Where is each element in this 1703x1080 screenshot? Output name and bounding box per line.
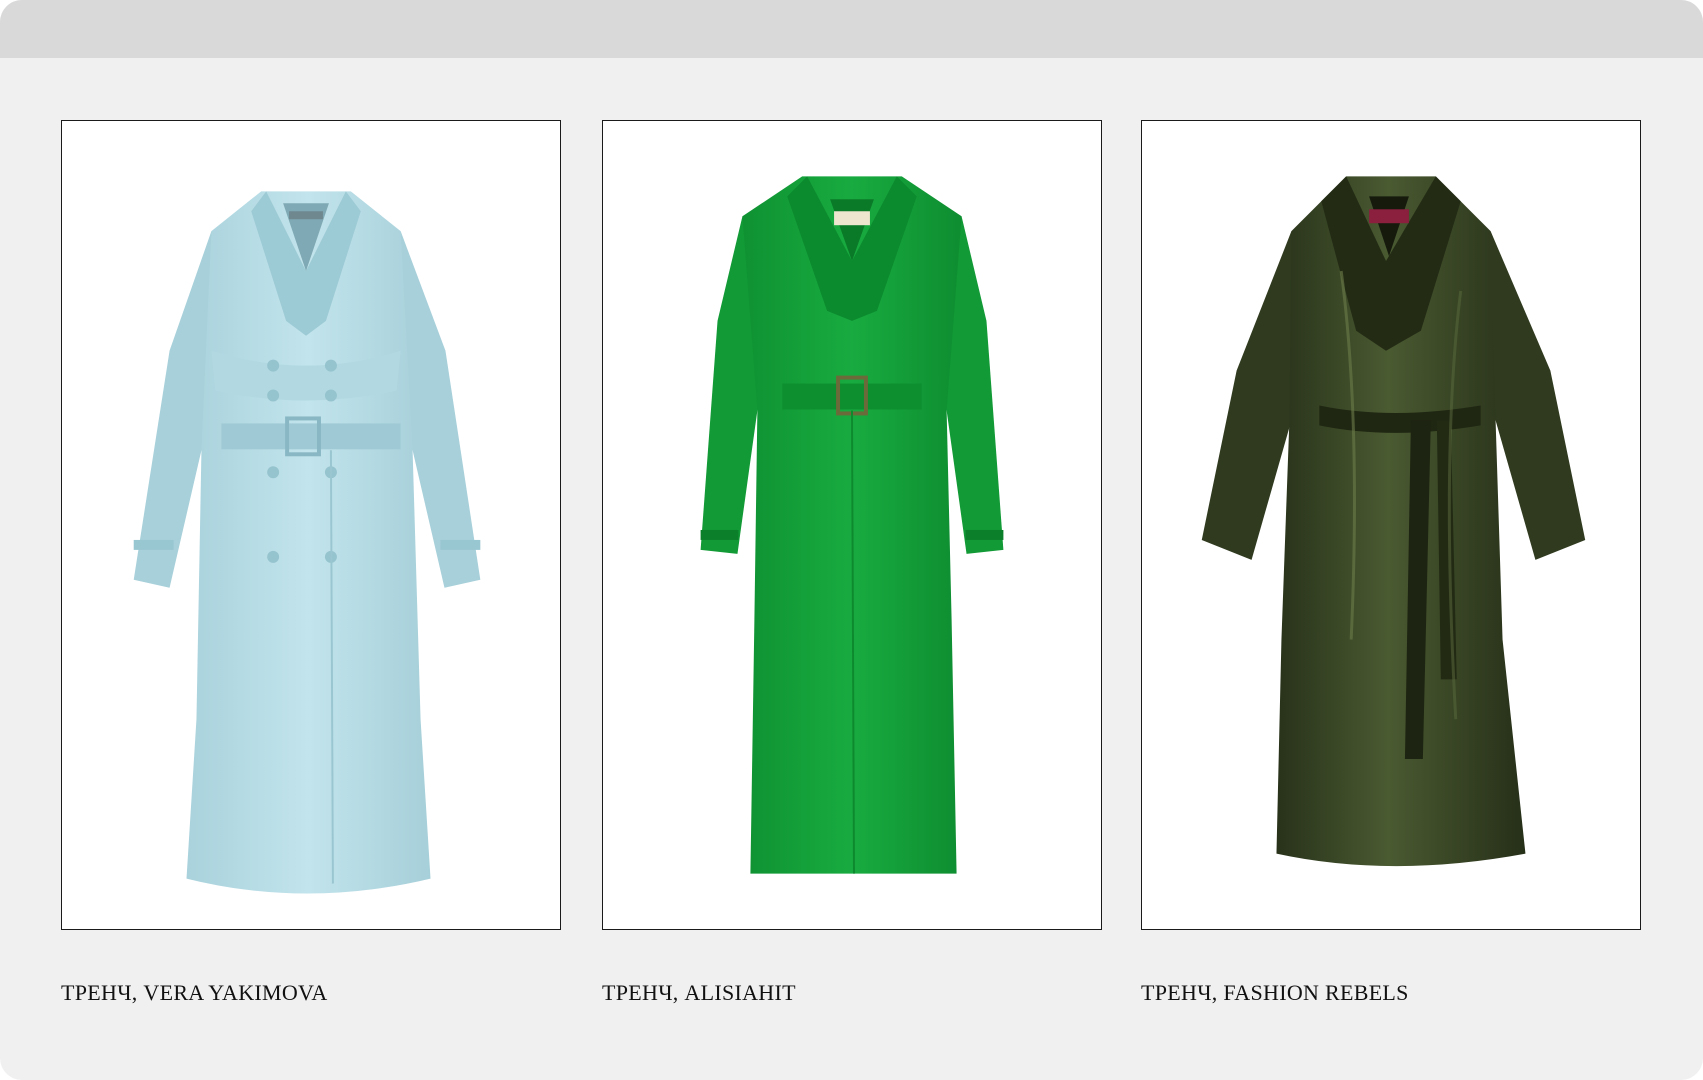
product-card-fashion-rebels[interactable]: ТРЕНЧ, FASHION REBELS (1141, 120, 1641, 1005)
product-caption[interactable]: ТРЕНЧ, FASHION REBELS (1141, 980, 1409, 1006)
light-blue-trench-coat-icon (133, 191, 481, 894)
product-card-vera-yakimova[interactable]: ТРЕНЧ, VERA YAKIMOVA (61, 120, 561, 1005)
product-caption[interactable]: ТРЕНЧ, VERA YAKIMOVA (61, 980, 328, 1006)
product-image-frame[interactable] (1141, 120, 1641, 930)
app-window: ТРЕНЧ, VERA YAKIMOVA ТРЕНЧ, ALISIAHIT ТР… (0, 0, 1703, 1080)
product-image-frame[interactable] (61, 120, 561, 930)
dark-olive-trench-coat-icon (1201, 176, 1586, 867)
window-titlebar (0, 0, 1703, 58)
green-trench-coat-icon (700, 176, 1004, 874)
product-image-frame[interactable] (602, 120, 1102, 930)
product-card-alisiahit[interactable]: ТРЕНЧ, ALISIAHIT (602, 120, 1102, 1005)
product-caption[interactable]: ТРЕНЧ, ALISIAHIT (602, 980, 796, 1006)
